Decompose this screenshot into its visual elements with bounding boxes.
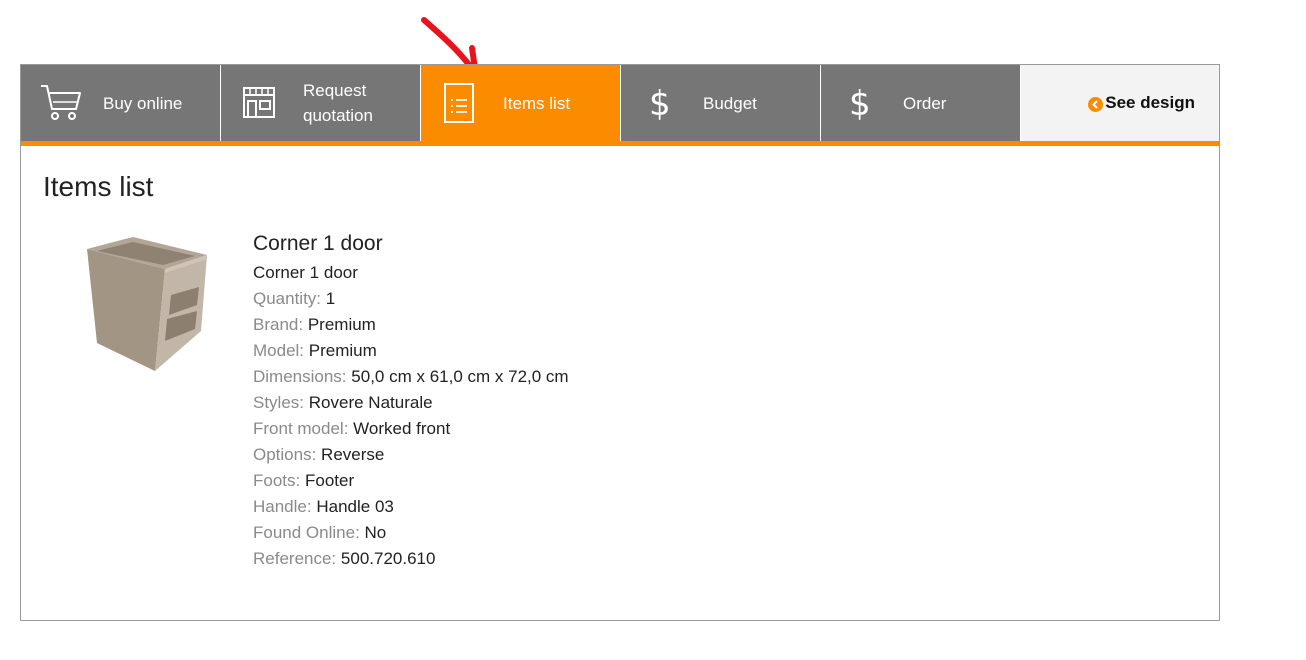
document-list-icon <box>444 83 474 123</box>
dollar-icon: $ <box>849 84 871 124</box>
property-row: Styles: Rovere Naturale <box>253 390 569 416</box>
svg-text:$: $ <box>649 84 671 124</box>
property-value: Handle 03 <box>316 497 394 516</box>
property-key: Front model: <box>253 419 349 438</box>
property-key: Foots: <box>253 471 301 490</box>
tab-label: Order <box>903 93 947 113</box>
tab-budget[interactable]: $ Budget <box>621 65 821 141</box>
see-design-label: See design <box>1105 93 1195 112</box>
property-key: Options: <box>253 445 317 464</box>
property-value: Reverse <box>321 445 385 464</box>
property-value: Premium <box>307 315 376 334</box>
item-details: Corner 1 door Corner 1 door Quantity: 1 … <box>253 230 569 572</box>
tab-label: Request quotation <box>303 81 373 125</box>
property-row: Foots: Footer <box>253 468 569 494</box>
property-row: Brand: Premium <box>253 312 569 338</box>
property-value: Premium <box>308 341 377 360</box>
property-key: Handle: <box>253 497 312 516</box>
tab-order[interactable]: $ Order <box>821 65 1021 141</box>
property-key: Reference: <box>253 549 337 568</box>
property-value: Worked front <box>353 419 451 438</box>
svg-text:$: $ <box>849 84 871 124</box>
items-list-panel: Buy online Request quotation Items list … <box>20 64 1220 621</box>
property-value: Footer <box>304 471 355 490</box>
property-row: Quantity: 1 <box>253 286 569 312</box>
dollar-icon: $ <box>649 84 671 124</box>
tab-bar: Buy online Request quotation Items list … <box>21 65 1219 141</box>
store-icon <box>243 87 275 118</box>
property-row: Options: Reverse <box>253 442 569 468</box>
property-value: No <box>364 523 387 542</box>
item-subtitle: Corner 1 door <box>253 263 358 282</box>
property-key: Brand: <box>253 315 304 334</box>
property-row: Front model: Worked front <box>253 416 569 442</box>
property-row: Found Online: No <box>253 520 569 546</box>
property-key: Dimensions: <box>253 367 347 386</box>
active-tab-underline <box>21 141 1219 146</box>
property-value: 500.720.610 <box>340 549 436 568</box>
property-row: Model: Premium <box>253 338 569 364</box>
tab-request-quotation[interactable]: Request quotation <box>221 65 421 141</box>
tab-label: Budget <box>703 93 757 113</box>
page-title: Items list <box>43 171 154 202</box>
tab-items-list[interactable]: Items list <box>421 65 621 141</box>
property-key: Quantity: <box>253 289 322 308</box>
property-key: Styles: <box>253 393 305 412</box>
cabinet-3d-icon <box>87 237 207 371</box>
item-name: Corner 1 door <box>253 232 383 255</box>
property-value: 50,0 cm x 61,0 cm x 72,0 cm <box>351 367 569 386</box>
property-row: Reference: 500.720.610 <box>253 546 569 572</box>
chevron-left-circle-icon <box>1088 96 1104 112</box>
property-key: Found Online: <box>253 523 360 542</box>
property-value: 1 <box>325 289 336 308</box>
property-row: Dimensions: 50,0 cm x 61,0 cm x 72,0 cm <box>253 364 569 390</box>
tab-label: Items list <box>503 93 571 113</box>
see-design-button[interactable]: See design <box>1021 65 1219 141</box>
tab-label: Buy online <box>103 93 183 113</box>
cart-icon <box>41 85 81 120</box>
property-value: Rovere Naturale <box>308 393 433 412</box>
property-key: Model: <box>253 341 305 360</box>
property-row: Handle: Handle 03 <box>253 494 569 520</box>
tab-buy-online[interactable]: Buy online <box>21 65 221 141</box>
